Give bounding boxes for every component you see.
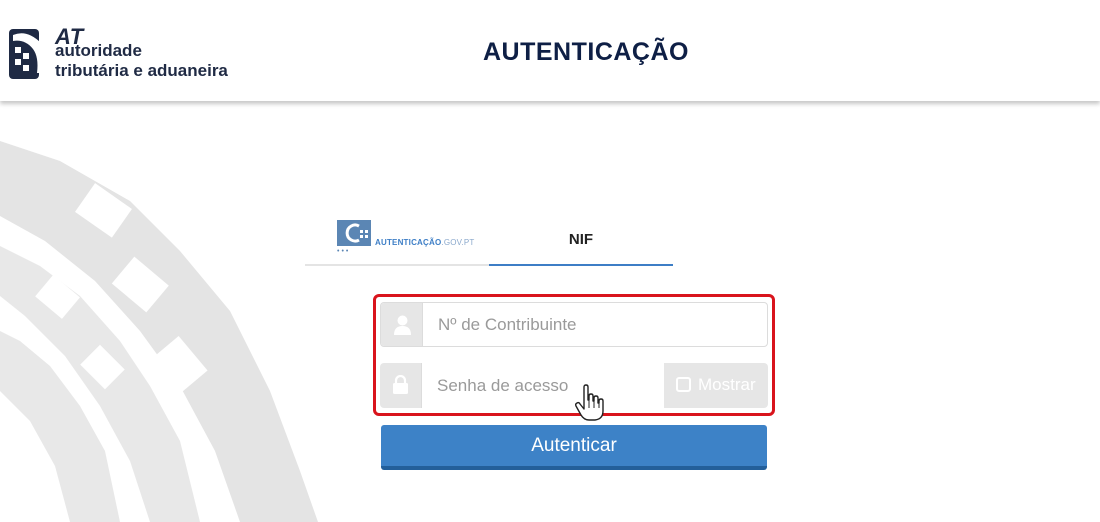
user-icon [381,303,423,346]
authenticate-button[interactable]: Autenticar [381,425,767,470]
tab-autenticacao-gov-label: AUTENTICAÇÃO.GOV.PT [375,238,475,247]
tab-autenticacao-gov[interactable]: ••• AUTENTICAÇÃO.GOV.PT [305,210,489,266]
nif-field-group [380,302,768,347]
show-password-label: Mostrar [698,375,756,394]
watermark-emblem [0,141,318,522]
gov-dots-icon: ••• [337,248,351,255]
lock-icon [380,363,422,408]
page-title: AUTENTICAÇÃO [483,38,689,66]
page-header: AT autoridade tributária e aduaneira AUT… [0,0,1100,101]
tab-nif-label: NIF [568,231,594,248]
auth-method-tabs: ••• AUTENTICAÇÃO.GOV.PT NIF [305,210,673,266]
hand-pointer-cursor-icon [574,384,604,421]
tab-nif[interactable]: NIF [489,210,673,266]
show-password-toggle[interactable]: Mostrar [664,363,768,408]
show-password-checkbox[interactable] [676,377,691,392]
nif-input[interactable] [423,303,767,346]
password-input[interactable] [422,363,662,408]
autenticacao-gov-icon [337,220,371,246]
